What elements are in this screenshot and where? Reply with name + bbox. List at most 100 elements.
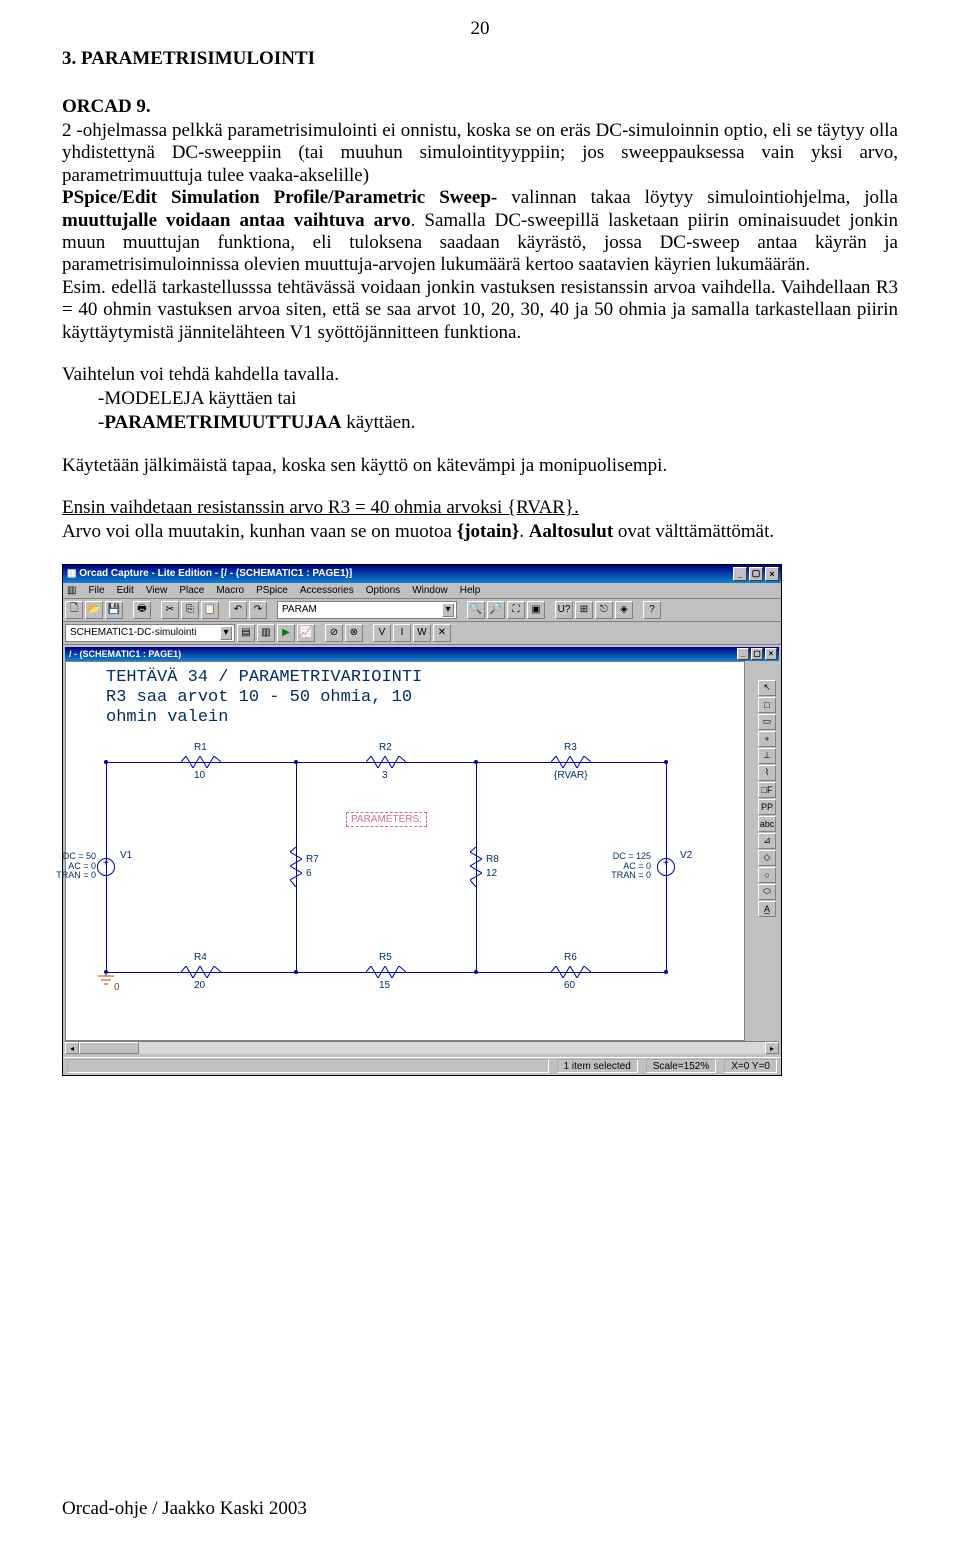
menu-window[interactable]: Window [412, 585, 448, 596]
tool-annotate-icon[interactable]: A̲ [758, 901, 776, 917]
inner-minimize-button[interactable]: _ [737, 648, 749, 660]
tool-wire-icon[interactable]: ▭ [758, 714, 776, 730]
tool-poly-icon[interactable]: ◇ [758, 850, 776, 866]
sch-title-1: TEHTÄVÄ 34 / PARAMETRIVARIOINTI [106, 668, 422, 687]
menu-file[interactable]: File [88, 585, 104, 596]
chevron-down-icon[interactable]: ▾ [220, 626, 232, 640]
inner-maximize-button[interactable]: ▢ [751, 648, 763, 660]
menu-pspice[interactable]: PSpice [256, 585, 288, 596]
marker-v-icon[interactable]: V [373, 624, 391, 642]
tb-print-icon[interactable]: 🖶 [133, 601, 151, 619]
tool-part-icon[interactable]: □ [758, 697, 776, 713]
tb-zoomarea-icon[interactable]: ⛶ [507, 601, 525, 619]
status-empty [67, 1059, 549, 1073]
tb-new-icon[interactable]: 🗋 [65, 601, 83, 619]
r6-label: R6 [564, 952, 577, 963]
tb-zoomin-icon[interactable]: 🔍 [467, 601, 485, 619]
tool-bus-icon[interactable]: ⌇ [758, 765, 776, 781]
tb-misc1-icon[interactable]: U? [555, 601, 573, 619]
tool-line-icon[interactable]: ⊿ [758, 833, 776, 849]
tb-undo-icon[interactable]: ↶ [229, 601, 247, 619]
tb-misc2-icon[interactable]: ⊞ [575, 601, 593, 619]
tool-select-icon[interactable]: ↖ [758, 680, 776, 696]
tb-open-icon[interactable]: 📂 [85, 601, 103, 619]
tool-net-icon[interactable]: + [758, 731, 776, 747]
tb-paste-icon[interactable]: 📋 [201, 601, 219, 619]
tb-cut-icon[interactable]: ✂ [161, 601, 179, 619]
menu-options[interactable]: Options [366, 585, 400, 596]
tb-misc3-icon[interactable]: ⎋ [595, 601, 613, 619]
marker-x-icon[interactable]: ✕ [433, 624, 451, 642]
tool-circle-icon[interactable]: ○ [758, 867, 776, 883]
sim-marker2-icon[interactable]: ⊗ [345, 624, 363, 642]
resistor-r4-icon [181, 966, 221, 978]
menu-view[interactable]: View [146, 585, 168, 596]
schematic-canvas[interactable]: TEHTÄVÄ 34 / PARAMETRIVARIOINTI R3 saa a… [65, 661, 745, 1041]
status-selected: 1 item selected [557, 1059, 638, 1073]
menu-edit[interactable]: Edit [117, 585, 134, 596]
sim-view-icon[interactable]: 📈 [297, 624, 315, 642]
resistor-r5-icon [366, 966, 406, 978]
p4-run2: {RVAR} [507, 497, 574, 518]
sch-title-3: ohmin valein [106, 708, 228, 727]
plus-icon: + [103, 858, 109, 869]
sim-marker1-icon[interactable]: ⊘ [325, 624, 343, 642]
p5-run4: Aaltosulut [529, 521, 613, 542]
tool-text-icon[interactable]: abc [758, 816, 776, 832]
menu-macro[interactable]: Macro [216, 585, 244, 596]
close-button[interactable]: × [765, 567, 779, 581]
node [664, 970, 668, 974]
tb-zoomfit-icon[interactable]: ▣ [527, 601, 545, 619]
resistor-r2-icon [366, 756, 406, 768]
scroll-thumb[interactable] [79, 1042, 139, 1054]
h-scrollbar[interactable]: ◂ ▸ [65, 1041, 779, 1055]
maximize-button[interactable]: ▢ [749, 567, 763, 581]
inner-titlebar[interactable]: / - (SCHEMATIC1 : PAGE1) _ ▢ × [65, 647, 779, 661]
resistor-r6-icon [551, 966, 591, 978]
tool-ellipse-icon[interactable]: ⬭ [758, 884, 776, 900]
r8-label: R8 [486, 854, 499, 865]
titlebar[interactable]: ▦ Orcad Capture - Lite Edition - [/ - (S… [63, 565, 781, 583]
sim-new-icon[interactable]: ▤ [237, 624, 255, 642]
tb-zoomout-icon[interactable]: 🔎 [487, 601, 505, 619]
tb-copy-icon[interactable]: ⎘ [181, 601, 199, 619]
tb-help-icon[interactable]: ? [643, 601, 661, 619]
paragraph-3: Käytetään jälkimäistä tapaa, koska sen k… [62, 455, 898, 477]
resistor-r1-icon [181, 756, 221, 768]
sim-profile-combo[interactable]: SCHEMATIC1-DC-simulointi ▾ [65, 624, 235, 642]
chevron-down-icon[interactable]: ▾ [442, 603, 454, 617]
ground-label: 0 [114, 982, 120, 993]
tool-gnd-icon[interactable]: ⊥ [758, 748, 776, 764]
inner-close-button[interactable]: × [765, 648, 777, 660]
r5-value: 15 [379, 980, 390, 991]
r2-value: 3 [382, 770, 388, 781]
menubar: ▥ File Edit View Place Macro PSpice Acce… [63, 583, 781, 599]
tb-save-icon[interactable]: 💾 [105, 601, 123, 619]
sim-profile-value: SCHEMATIC1-DC-simulointi [70, 627, 197, 638]
tool-port-icon[interactable]: PP [758, 799, 776, 815]
inner-title: / - (SCHEMATIC1 : PAGE1) [69, 649, 181, 659]
v1-tran: TRAN = 0 [46, 871, 96, 881]
minimize-button[interactable]: _ [733, 567, 747, 581]
part-combo[interactable]: PARAM ▾ [277, 601, 457, 619]
scroll-track[interactable] [79, 1042, 765, 1054]
tool-offpage-icon[interactable]: □F [758, 782, 776, 798]
menu-accessories[interactable]: Accessories [300, 585, 354, 596]
paragraph-2: Vaihtelun voi tehdä kahdella tavalla. [62, 364, 898, 386]
scroll-right-icon[interactable]: ▸ [765, 1042, 779, 1054]
v1-params: DC = 50 AC = 0 TRAN = 0 [46, 852, 96, 882]
node [294, 760, 298, 764]
v2-label: V2 [680, 850, 692, 861]
tb-redo-icon[interactable]: ↷ [249, 601, 267, 619]
parameters-block[interactable]: PARAMETERS: [346, 812, 427, 827]
marker-i-icon[interactable]: I [393, 624, 411, 642]
menu-place[interactable]: Place [179, 585, 204, 596]
window-title: Orcad Capture - Lite Edition - [/ - (SCH… [79, 568, 352, 579]
menu-help[interactable]: Help [460, 585, 481, 596]
sim-edit-icon[interactable]: ▥ [257, 624, 275, 642]
tb-misc4-icon[interactable]: ◈ [615, 601, 633, 619]
marker-w-icon[interactable]: W [413, 624, 431, 642]
scroll-left-icon[interactable]: ◂ [65, 1042, 79, 1054]
sim-run-icon[interactable]: ▶ [277, 624, 295, 642]
p1-run1: 2 -ohjelmassa pelkkä parametrisimulointi… [62, 120, 898, 186]
